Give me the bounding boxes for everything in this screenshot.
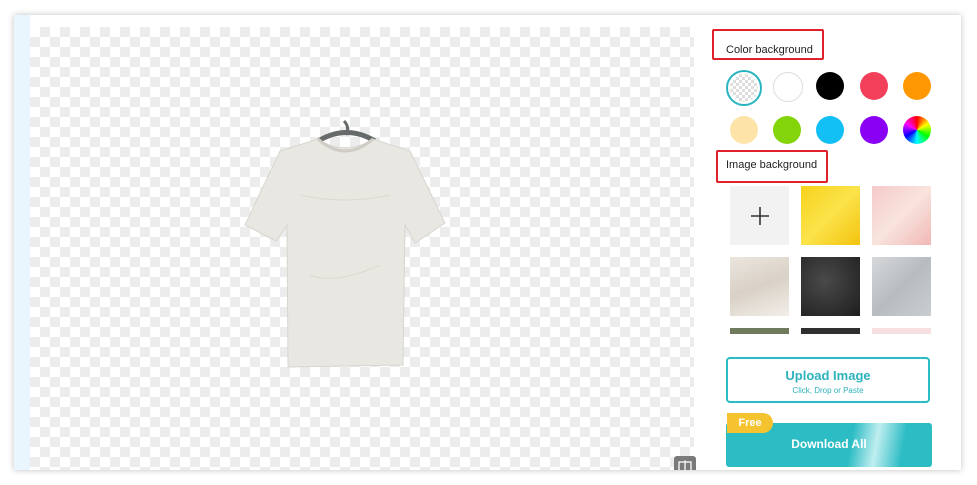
upload-title: Upload Image <box>785 368 871 383</box>
swatch-red[interactable] <box>860 72 888 100</box>
color-background-title: Color background <box>726 44 813 56</box>
bg-thumb-partial[interactable] <box>730 328 789 334</box>
background-options-panel: Color background Image background Upload… <box>699 15 961 470</box>
tshirt-image <box>244 119 446 368</box>
swatch-black[interactable] <box>816 72 844 100</box>
upload-image-button[interactable]: Upload Image Click, Drop or Paste <box>726 357 930 403</box>
add-image-background-button[interactable] <box>730 186 789 245</box>
swatch-green[interactable] <box>773 116 801 144</box>
swatch-orange[interactable] <box>903 72 931 100</box>
compare-toggle-button[interactable] <box>674 456 696 470</box>
bg-thumb-partial[interactable] <box>872 328 931 334</box>
image-canvas[interactable] <box>30 27 696 470</box>
plus-icon <box>750 206 769 225</box>
split-view-icon <box>678 460 692 470</box>
image-background-title: Image background <box>726 159 818 171</box>
bg-thumb-yellow[interactable] <box>801 186 860 245</box>
swatch-rainbow-picker[interactable] <box>903 116 931 144</box>
swatch-cyan[interactable] <box>816 116 844 144</box>
editor-frame: Color background Image background Upload… <box>14 15 961 470</box>
swatch-transparent[interactable] <box>730 74 758 102</box>
bg-thumb-dark[interactable] <box>801 257 860 316</box>
download-label: Download All <box>791 437 867 451</box>
left-sidebar-strip <box>14 15 30 470</box>
bg-thumb-partial[interactable] <box>801 328 860 334</box>
bg-thumb-beige[interactable] <box>730 257 789 316</box>
swatch-white[interactable] <box>773 72 803 102</box>
upload-subtitle: Click, Drop or Paste <box>792 386 864 395</box>
bg-thumb-concrete[interactable] <box>872 257 931 316</box>
swatch-cream[interactable] <box>730 116 758 144</box>
bg-thumb-pink[interactable] <box>872 186 931 245</box>
free-badge: Free <box>727 413 773 433</box>
swatch-purple[interactable] <box>860 116 888 144</box>
